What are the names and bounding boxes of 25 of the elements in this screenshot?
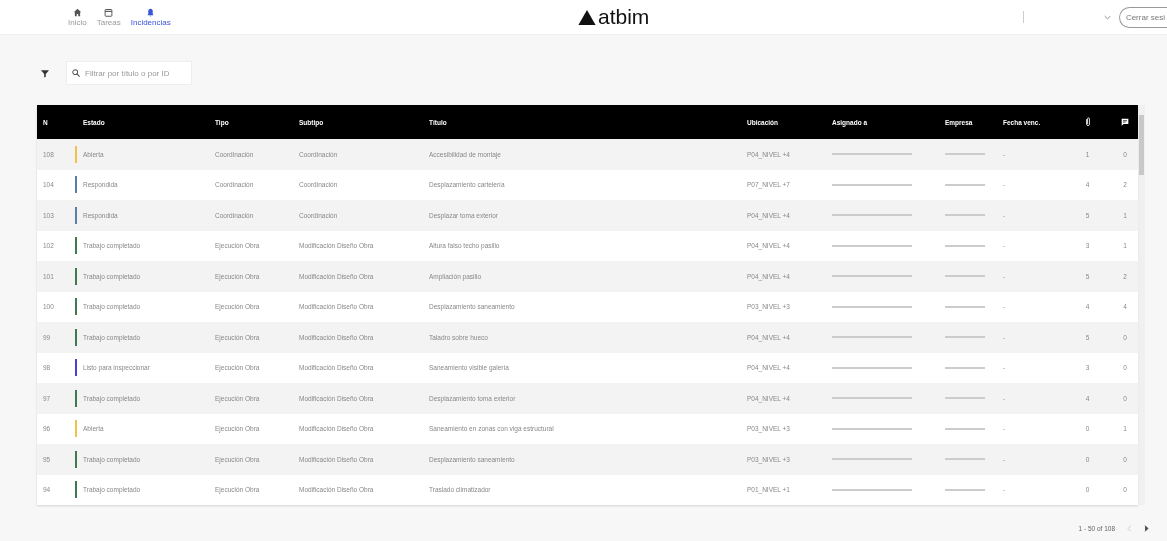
- scrollbar-thumb[interactable]: [1139, 115, 1144, 175]
- attachment-icon[interactable]: [1083, 117, 1092, 127]
- redacted-mark: [945, 366, 985, 369]
- redacted-mark: [945, 183, 985, 186]
- logo-icon: [578, 9, 596, 25]
- redacted-mark: [945, 336, 985, 339]
- next-page-icon[interactable]: [1144, 525, 1149, 532]
- bell-icon: [146, 7, 156, 17]
- nav-tab[interactable]: Incidencias: [130, 7, 171, 27]
- redacted-mark: [945, 427, 985, 430]
- logo-text: atbim: [598, 5, 650, 29]
- redacted-mark: [945, 305, 985, 308]
- redacted-mark: [945, 458, 985, 461]
- search-field[interactable]: Filtrar por título o por ID: [66, 61, 192, 85]
- logout-button[interactable]: Cerrar sesi: [1118, 6, 1167, 28]
- redacted-mark: [945, 214, 985, 217]
- calendar-icon: [104, 7, 114, 17]
- filter-icon[interactable]: [41, 68, 49, 78]
- redacted-mark: [945, 488, 985, 491]
- redacted-mark: [945, 153, 985, 156]
- home-icon: [72, 7, 82, 17]
- redacted-mark: [945, 244, 985, 247]
- redacted-mark: [945, 397, 985, 400]
- comment-icon[interactable]: [1121, 117, 1129, 127]
- redacted-mark: [945, 275, 985, 278]
